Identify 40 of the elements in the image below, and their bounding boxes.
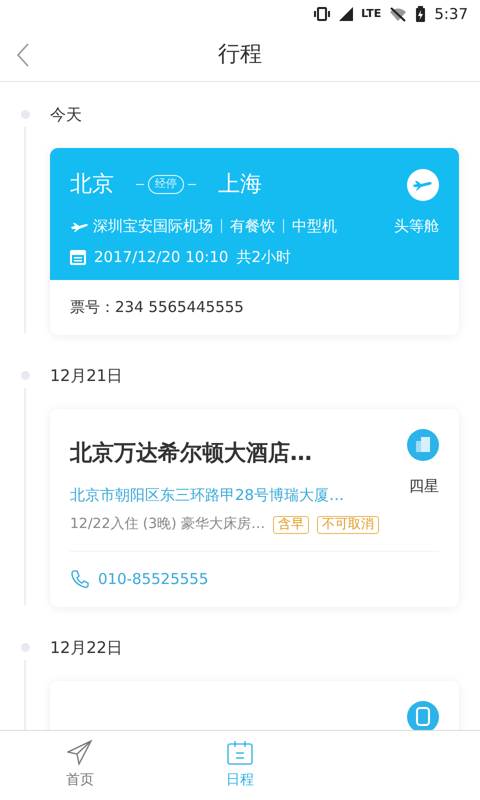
flight-detail: 有餐饮 (230, 216, 275, 237)
route-dash (188, 184, 196, 185)
departure-time: 2017/12/20 10:10 (94, 246, 228, 268)
policy-tag: 不可取消 (317, 516, 380, 534)
day-date: 12月21日 (50, 366, 123, 384)
policy-tag: 含早 (273, 516, 310, 534)
cabin-class: 头等舱 (394, 216, 439, 237)
hotel-grade: 四星 (409, 476, 439, 496)
flight-detail: 中型机 (292, 216, 337, 237)
departure-city: 北京 (70, 171, 114, 199)
flight-duration: 共2小时 (236, 246, 291, 268)
tab-button[interactable]: 日程 (160, 731, 320, 799)
day-date: 今天 (50, 105, 82, 124)
stopover-tag: 经停 (148, 175, 184, 194)
vibrate-icon (313, 6, 332, 22)
calendar-icon (70, 248, 86, 265)
hotel-address[interactable]: 北京市朝阳区东三环路甲28号博瑞大厦… (70, 484, 407, 506)
building-icon (407, 428, 439, 460)
stay-details: 12/22入住 (3晚) 豪华大床房… (70, 515, 266, 534)
back-icon[interactable] (16, 42, 30, 68)
hotel-name: 北京万达希尔顿大酒店… (70, 440, 313, 468)
calendar-icon (227, 740, 253, 766)
route-dash (136, 184, 144, 185)
flight-detail: 深圳宝安国际机场 (93, 216, 213, 237)
battery-icon (415, 6, 426, 22)
arrival-city: 上海 (218, 171, 262, 199)
clock-time: 5:37 (434, 4, 468, 25)
page-title: 行程 (218, 41, 262, 69)
paper-plane-icon (67, 740, 93, 766)
ticket-number: 票号：234 5565445555 (70, 298, 244, 316)
tab-button[interactable]: 首页 (0, 731, 160, 799)
hotel-card[interactable]: 北京万达希尔顿大酒店… 北京市朝阳区东三环路甲28号博瑞大厦… 12/22入住 (3晚) 豪华大床房… 含早 不可取消 四星 010-85525555 (50, 408, 459, 606)
day-date: 12月22日 (50, 638, 123, 656)
hotel-phone[interactable]: 010-85525555 (98, 568, 208, 590)
plane-icon (407, 168, 439, 200)
signal-icon (339, 7, 354, 21)
phone-icon (70, 570, 90, 589)
network-type: LTE (361, 6, 382, 22)
flight-card[interactable]: 北京 经停 上海 深圳宝安国际机场 有餐饮 中型机 头等舱 2017/12/20 10:10 共2小时 票号：234 5565445555 (50, 148, 459, 334)
wifi-off-icon (389, 6, 408, 22)
